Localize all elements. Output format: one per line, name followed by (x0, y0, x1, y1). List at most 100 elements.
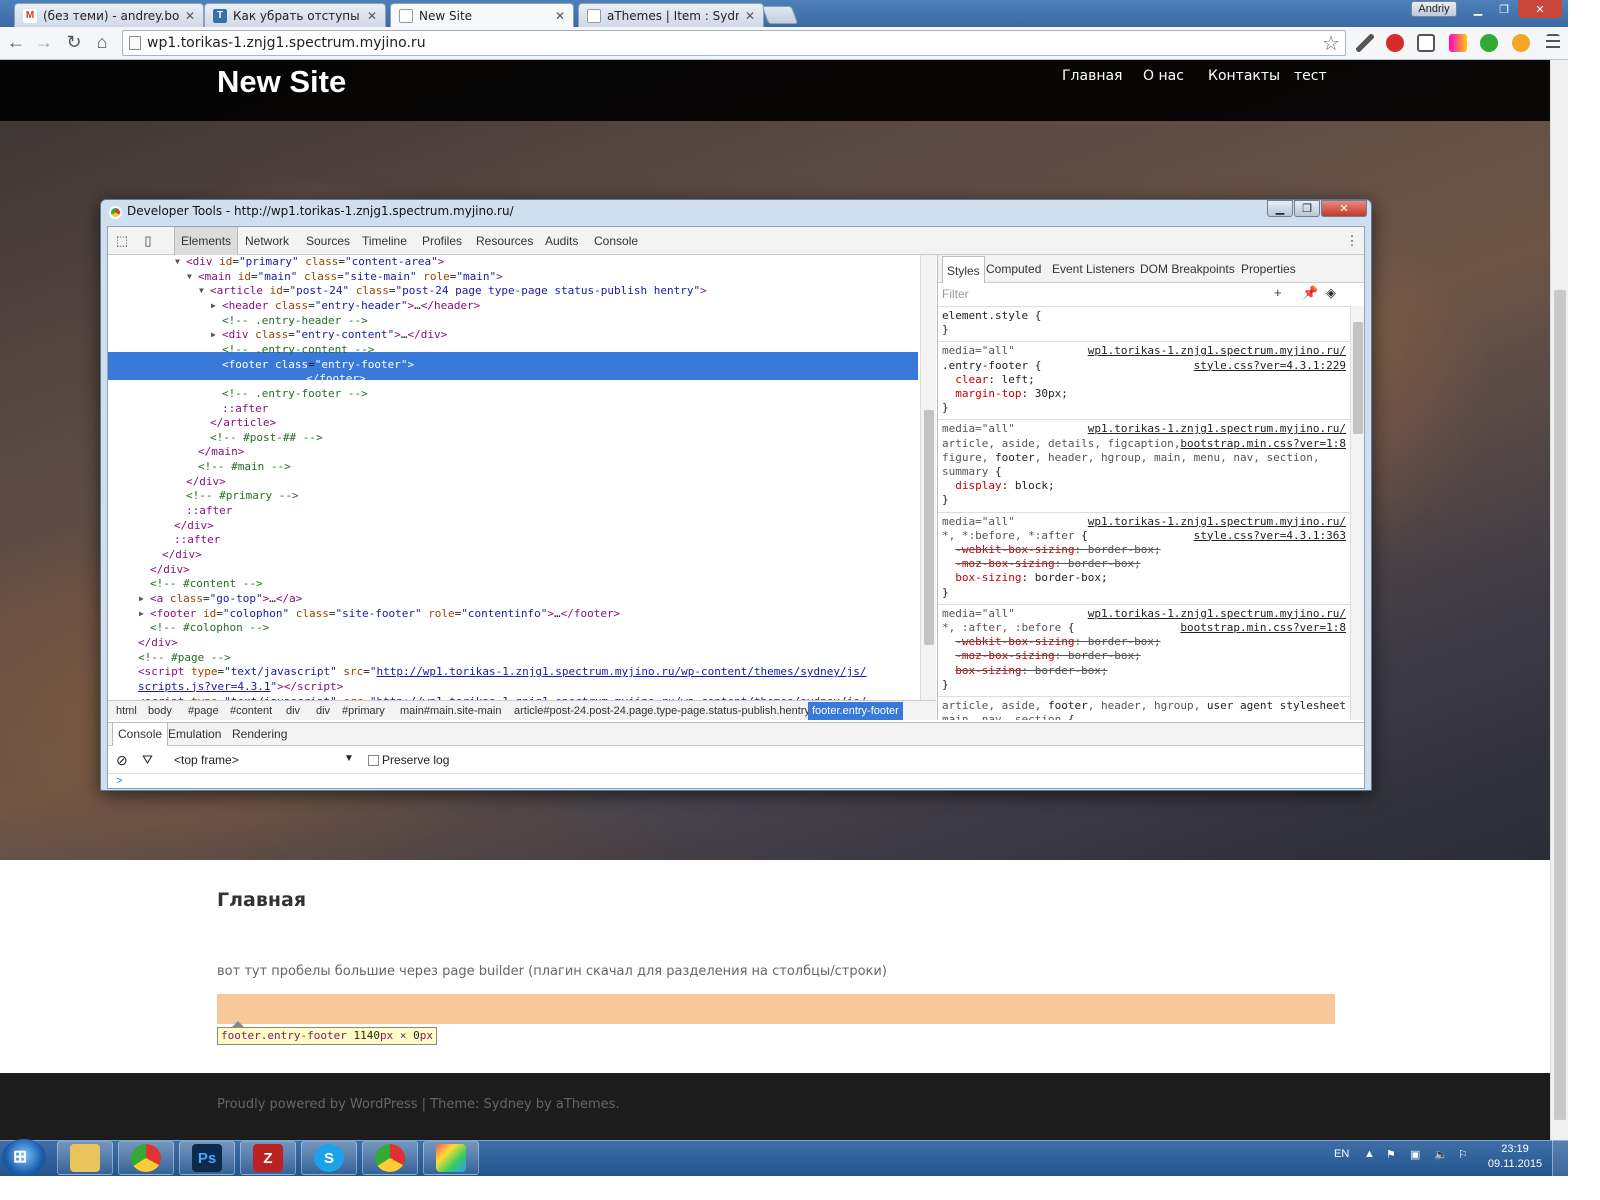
devtools-close-button[interactable]: ✕ (1321, 200, 1367, 217)
taskbar-paint[interactable] (423, 1141, 479, 1175)
tab-sources[interactable]: Sources (306, 227, 350, 255)
style-rule[interactable]: article, aside, footer, header, hgroup, u… (938, 696, 1350, 720)
style-source-link[interactable]: wp1.torikas-1.znjg1.spectrum.myjino.ru/ (1088, 422, 1346, 436)
style-rule[interactable]: media="all" wp1.torikas-1.znjg1.spectrum.… (938, 419, 1350, 509)
breadcrumb-item[interactable]: div (312, 702, 334, 720)
collapsed-triangle-icon[interactable]: ▶ (211, 299, 216, 314)
clear-console-icon[interactable]: ⊘ (116, 752, 128, 769)
action-center-icon[interactable]: ⚑ (1386, 1148, 1396, 1161)
close-icon[interactable]: ✕ (367, 9, 377, 23)
language-indicator[interactable]: EN (1334, 1148, 1349, 1160)
filter-icon[interactable]: ⛛ (142, 752, 153, 768)
close-button[interactable]: ✕ (1518, 0, 1562, 18)
dom-node-line[interactable]: <!-- #main --> (198, 460, 291, 475)
style-rule[interactable]: media="all" wp1.torikas-1.znjg1.spectrum.… (938, 511, 1350, 602)
dom-node-line[interactable]: ▶ <footer id="colophon" class="site-foote… (139, 607, 620, 622)
dom-node-line[interactable]: ::after (174, 533, 220, 548)
network-icon[interactable]: ▣ (1410, 1148, 1420, 1161)
dom-node-line[interactable]: <!-- #content --> (150, 577, 263, 592)
puzzle-extension-icon[interactable] (1512, 34, 1530, 52)
nav-item-about[interactable]: О нас (1143, 68, 1184, 84)
nav-item-test[interactable]: тест (1294, 68, 1327, 84)
new-style-rule-icon[interactable]: + (1274, 285, 1282, 300)
more-options-icon[interactable]: ⋮ (1344, 233, 1360, 249)
style-rule[interactable]: media="all" wp1.torikas-1.znjg1.spectrum.… (938, 341, 1350, 417)
style-source-link[interactable]: style.css?ver=4.3.1:363 (1194, 529, 1346, 543)
style-rules[interactable]: element.style {} media="all" wp1.torikas-1… (938, 306, 1350, 720)
forward-icon[interactable]: → (32, 30, 56, 54)
expanded-triangle-icon[interactable]: ▼ (199, 284, 204, 299)
tab-profiles[interactable]: Profiles (422, 227, 462, 255)
preserve-log-checkbox[interactable] (368, 755, 379, 766)
expanded-triangle-icon[interactable]: ▼ (187, 270, 192, 285)
menu-icon[interactable] (1546, 34, 1560, 52)
start-button[interactable]: ⊞ (2, 1139, 46, 1175)
tab-styles[interactable]: Styles (942, 256, 985, 283)
back-icon[interactable]: ← (4, 30, 28, 54)
dom-node-line[interactable]: </div> (174, 519, 214, 534)
breadcrumb-item[interactable]: footer.entry-footer (808, 702, 903, 720)
device-mode-icon[interactable]: ▯ (140, 233, 156, 249)
dom-node-line[interactable]: <!-- #post-## --> (210, 431, 323, 446)
close-icon[interactable]: ✕ (185, 9, 195, 23)
styles-filter-input[interactable]: Filter (942, 287, 969, 301)
close-icon[interactable]: ✕ (745, 9, 755, 23)
green-extension-icon[interactable] (1480, 34, 1498, 52)
reload-icon[interactable]: ↻ (62, 30, 86, 54)
dom-node-line[interactable]: <!-- #primary --> (186, 489, 299, 504)
console-prompt[interactable]: > (116, 775, 122, 787)
tab-audits[interactable]: Audits (545, 227, 578, 255)
style-source-link[interactable]: wp1.torikas-1.znjg1.spectrum.myjino.ru/ (1088, 515, 1346, 529)
taskbar-skype[interactable]: S (301, 1141, 357, 1175)
clock[interactable]: 23:19 09.11.2015 (1480, 1142, 1550, 1172)
dom-node-line[interactable]: ::after (222, 402, 268, 417)
breadcrumb-item[interactable]: #page (184, 702, 223, 720)
breadcrumb-item[interactable]: article#post-24.post-24.page.type-page.s… (510, 702, 814, 720)
dom-node-line[interactable]: ▼ <main id="main" class="site-main" role=… (187, 270, 503, 285)
breadcrumb-item[interactable]: main#main.site-main (396, 702, 505, 720)
show-desktop-button[interactable] (1552, 1140, 1568, 1176)
frame-select[interactable]: <top frame> (174, 753, 239, 767)
taskbar-photoshop[interactable]: Ps (179, 1141, 235, 1175)
devtools-maximize-button[interactable]: ❐ (1294, 200, 1320, 217)
tab-athemes[interactable]: aThemes | Item : Sydney ✕ (578, 3, 764, 27)
drawer-tab-emulation[interactable]: Emulation (168, 723, 221, 746)
maximize-button[interactable]: ❐ (1492, 0, 1516, 18)
minimize-button[interactable]: ▁ (1466, 0, 1490, 18)
collapsed-triangle-icon[interactable]: ▶ (139, 607, 144, 622)
tab-elements[interactable]: Elements (174, 227, 239, 255)
tab-gmail[interactable]: M (без теми) - andrey.boykc ✕ (14, 3, 204, 27)
taskbar-chrome[interactable] (118, 1141, 174, 1175)
nav-item-contacts[interactable]: Контакты (1208, 68, 1280, 84)
drawer-tab-console[interactable]: Console (112, 723, 169, 746)
color-extension-icon[interactable] (1449, 34, 1467, 52)
flag-icon[interactable]: ⚐ (1458, 1148, 1468, 1161)
volume-icon[interactable]: 🔈 (1434, 1148, 1448, 1161)
dom-node-line[interactable]: ▶ <div class="entry-content">…</div> (211, 328, 447, 343)
style-source-link[interactable]: style.css?ver=4.3.1:229 (1194, 359, 1346, 373)
breadcrumb-item[interactable]: html (112, 702, 141, 720)
style-rule[interactable]: media="all" wp1.torikas-1.znjg1.spectrum.… (938, 603, 1350, 694)
dom-node-line[interactable]: ▶ <a class="go-top">…</a> (139, 592, 302, 607)
tab-properties[interactable]: Properties (1241, 255, 1296, 283)
new-tab-button[interactable] (761, 6, 799, 24)
address-bar[interactable]: wp1.torikas-1.znjg1.spectrum.myjino.ru (122, 30, 1346, 56)
dom-node-line[interactable]: scripts.js?ver=4.3.1"></script> (138, 680, 343, 695)
bookmark-star-icon[interactable]: ☆ (1322, 31, 1340, 56)
home-icon[interactable]: ⌂ (90, 30, 114, 54)
tab-new-site[interactable]: New Site ✕ (390, 3, 574, 27)
tab-network[interactable]: Network (245, 227, 289, 255)
dom-node-line[interactable]: <!-- #colophon --> (150, 621, 269, 636)
site-title[interactable]: New Site (217, 64, 346, 100)
style-rule[interactable]: element.style {} (938, 306, 1350, 339)
profile-badge[interactable]: Andriy (1411, 1, 1457, 17)
breadcrumb-item[interactable]: body (144, 702, 176, 720)
drawer-tab-rendering[interactable]: Rendering (232, 723, 287, 746)
style-source-link[interactable]: wp1.torikas-1.znjg1.spectrum.myjino.ru/ (1088, 344, 1346, 358)
taskbar-filezilla[interactable]: Z (240, 1141, 296, 1175)
dom-node-line[interactable]: <!-- .entry-content --> (222, 343, 374, 358)
style-source-link[interactable]: bootstrap.min.css?ver=1:8 (1180, 621, 1346, 635)
expanded-triangle-icon[interactable]: ▼ (175, 255, 180, 270)
dom-scrollbar[interactable] (920, 255, 936, 700)
dom-node-line[interactable]: </div> (138, 636, 178, 651)
